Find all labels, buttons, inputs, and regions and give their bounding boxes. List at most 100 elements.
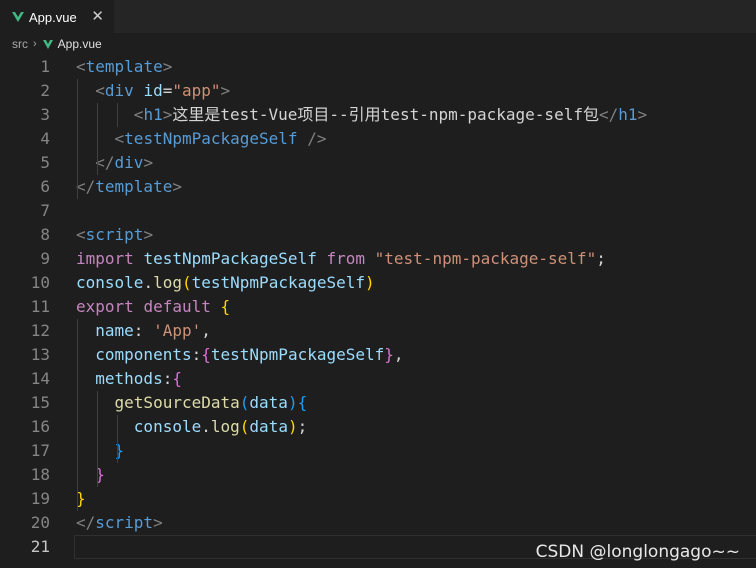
- code-token: from: [326, 249, 365, 268]
- code-token: <: [76, 57, 86, 76]
- code-text: </div>: [76, 151, 153, 175]
- code-line[interactable]: 3 <h1>这里是test-Vue项目--引用test-npm-package-…: [0, 103, 756, 127]
- code-token: testNpmPackageSelf: [191, 273, 366, 292]
- code-token: template: [95, 177, 173, 196]
- code-token: {: [201, 345, 211, 364]
- code-line[interactable]: 20 </script>: [0, 511, 756, 535]
- code-token: h1: [143, 105, 163, 124]
- code-token: {: [172, 369, 182, 388]
- code-text: components:{testNpmPackageSelf},: [76, 343, 404, 367]
- code-line[interactable]: 6 </template>: [0, 175, 756, 199]
- code-line[interactable]: 2 <div id="app">: [0, 79, 756, 103]
- code-token: 'App': [153, 321, 202, 340]
- code-text: <script>: [76, 223, 153, 247]
- code-token: script: [95, 513, 154, 532]
- line-number: 16: [30, 417, 50, 436]
- code-token: import: [76, 249, 134, 268]
- code-line[interactable]: 15 getSourceData(data){: [0, 391, 756, 415]
- breadcrumb-folder[interactable]: src: [12, 37, 28, 51]
- code-line[interactable]: 8 <script>: [0, 223, 756, 247]
- vue-file-icon: [12, 12, 24, 22]
- line-number: 10: [30, 273, 50, 292]
- code-token: ): [365, 273, 375, 292]
- code-line[interactable]: 17 }: [0, 439, 756, 463]
- code-token: 这里是test-Vue项目--引用test-npm-package-self包: [172, 105, 599, 124]
- code-line[interactable]: 13 components:{testNpmPackageSelf},: [0, 343, 756, 367]
- code-token: <: [114, 129, 125, 148]
- code-token: :: [133, 321, 154, 340]
- code-token: .: [143, 273, 154, 292]
- code-token: "app": [172, 81, 221, 100]
- code-token: ;: [596, 249, 606, 268]
- code-token: data: [249, 393, 288, 412]
- code-editor[interactable]: 1 <template> 2 <div id="app"> 3 <h1>这里是test…: [0, 55, 756, 568]
- code-token: console: [76, 273, 144, 292]
- vue-file-icon: [42, 39, 53, 49]
- code-token: (: [239, 417, 250, 436]
- code-token: ,: [393, 345, 404, 364]
- code-line[interactable]: 14 methods:{: [0, 367, 756, 391]
- code-token: template: [85, 57, 163, 76]
- code-text: import testNpmPackageSelf from "test-npm…: [76, 247, 606, 271]
- code-line[interactable]: 9 import testNpmPackageSelf from "test-np…: [0, 247, 756, 271]
- line-number: 21: [30, 537, 50, 556]
- code-token: console: [133, 417, 202, 436]
- code-token: methods: [95, 369, 163, 388]
- code-token: <: [95, 81, 105, 100]
- code-token: =: [162, 81, 173, 100]
- code-token: (: [181, 273, 192, 292]
- chevron-right-icon: ›: [33, 38, 37, 50]
- code-token: >: [143, 153, 154, 172]
- code-token: export: [76, 297, 134, 316]
- line-number: 3: [40, 105, 50, 124]
- code-token: </: [598, 105, 619, 124]
- indent-guide: [77, 319, 78, 511]
- indent-guide: [97, 391, 98, 487]
- line-number: 9: [40, 249, 50, 268]
- code-token: log: [153, 273, 182, 292]
- code-token: div: [114, 153, 144, 172]
- code-token: ): [287, 417, 298, 436]
- breadcrumb-file[interactable]: App.vue: [58, 37, 102, 51]
- code-line[interactable]: 11 export default {: [0, 295, 756, 319]
- code-text: <template>: [76, 55, 172, 79]
- code-token: >: [143, 225, 154, 244]
- code-token: ,: [201, 321, 211, 340]
- indent-guide: [117, 103, 118, 127]
- code-token: :: [162, 369, 173, 388]
- code-line[interactable]: 10 console.log(testNpmPackageSelf): [0, 271, 756, 295]
- tab-app-vue[interactable]: App.vue ✕: [0, 0, 114, 33]
- code-token: getSourceData: [114, 393, 240, 412]
- line-number: 5: [40, 153, 50, 172]
- code-text: </script>: [76, 511, 163, 535]
- code-token: log: [210, 417, 240, 436]
- code-text: <h1>这里是test-Vue项目--引用test-npm-package-se…: [76, 103, 647, 127]
- close-icon[interactable]: ✕: [91, 7, 104, 25]
- line-number: 6: [40, 177, 50, 196]
- code-line[interactable]: 1 <template>: [0, 55, 756, 79]
- code-line[interactable]: 16 console.log(data);: [0, 415, 756, 439]
- breadcrumb: src › App.vue: [0, 33, 756, 55]
- code-token: >: [162, 57, 173, 76]
- code-line[interactable]: 4 <testNpmPackageSelf />: [0, 127, 756, 151]
- code-token: {: [297, 393, 308, 412]
- indent-guide: [97, 103, 98, 175]
- code-line[interactable]: 7: [0, 199, 756, 223]
- line-number: 17: [30, 441, 50, 460]
- code-token: script: [85, 225, 144, 244]
- code-text: </template>: [76, 175, 182, 199]
- code-text: name: 'App',: [76, 319, 211, 343]
- code-line[interactable]: 12 name: 'App',: [0, 319, 756, 343]
- code-line[interactable]: 5 </div>: [0, 151, 756, 175]
- code-token: <: [76, 225, 86, 244]
- code-line[interactable]: 19}: [0, 487, 756, 511]
- code-line[interactable]: 18 }: [0, 463, 756, 487]
